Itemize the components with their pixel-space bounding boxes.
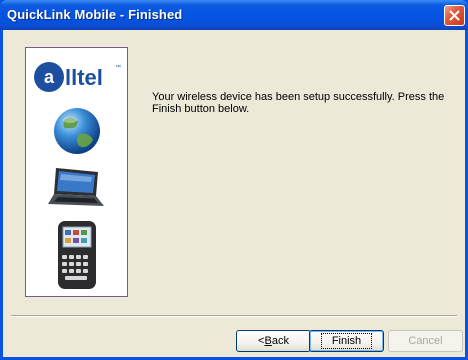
back-rest: ack xyxy=(271,335,289,347)
title-bar[interactable]: QuickLink Mobile - Finished xyxy=(0,0,468,30)
window-title: QuickLink Mobile - Finished xyxy=(7,7,183,22)
svg-text:lltel: lltel xyxy=(65,65,103,90)
finish-button[interactable]: Finish xyxy=(309,330,384,352)
svg-text:™: ™ xyxy=(115,64,121,71)
smartphone-icon xyxy=(58,221,96,289)
back-mnemonic: B xyxy=(264,335,272,347)
laptop-icon xyxy=(48,168,104,206)
back-button[interactable]: < Back xyxy=(236,330,311,352)
close-icon xyxy=(449,10,460,21)
side-art-panel: a lltel ™ xyxy=(25,47,128,297)
close-button[interactable] xyxy=(444,5,465,26)
globe-icon xyxy=(54,108,100,154)
divider xyxy=(11,315,457,317)
status-message: Your wireless device has been setup succ… xyxy=(152,91,445,115)
finish-label: Finish xyxy=(320,333,373,349)
wizard-body: a lltel ™ Your wireless device has been … xyxy=(3,30,465,357)
cancel-button[interactable]: Cancel xyxy=(388,330,463,352)
wizard-window: QuickLink Mobile - Finished a lltel ™ Yo… xyxy=(0,0,468,360)
svg-text:a: a xyxy=(44,67,55,87)
alltel-logo: a lltel ™ xyxy=(34,62,121,92)
